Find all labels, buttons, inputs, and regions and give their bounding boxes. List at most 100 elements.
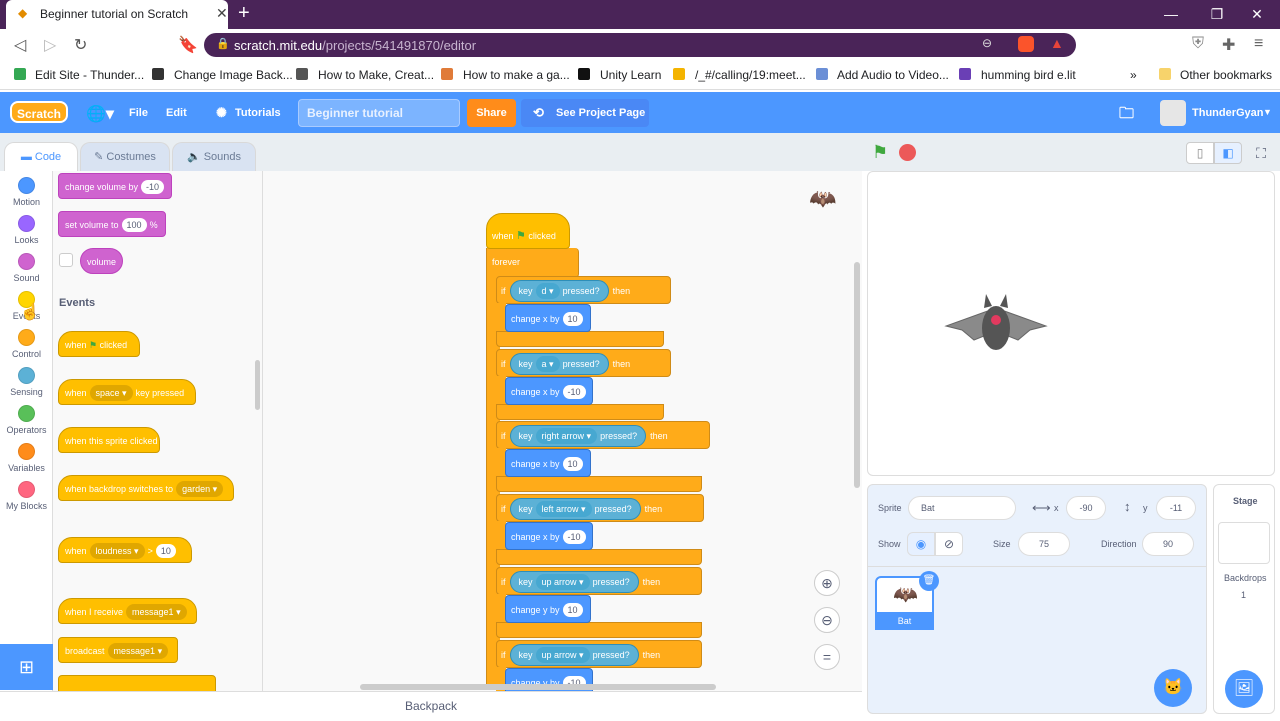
block-when-backdrop-switches[interactable]: when backdrop switches to garden ▾	[58, 475, 234, 501]
motion-block[interactable]: change x by -10	[505, 377, 593, 405]
category-motion[interactable]: Motion	[0, 177, 53, 207]
bookmark-item[interactable]: Change Image Back...	[174, 68, 293, 82]
category-operators[interactable]: Operators	[0, 405, 53, 435]
motion-input[interactable]: 10	[562, 312, 583, 326]
edit-menu[interactable]: Edit	[166, 107, 187, 119]
green-flag-icon[interactable]: ⚑	[872, 142, 888, 163]
palette-scrollbar[interactable]	[255, 360, 260, 410]
back-icon[interactable]: ◁	[14, 35, 26, 55]
share-button[interactable]: Share	[467, 99, 516, 127]
hide-eye-icon[interactable]: ⊘	[935, 532, 963, 556]
backpack[interactable]: Backpack	[0, 691, 862, 720]
key-pressed-sensing[interactable]: key right arrow ▾ pressed?	[509, 425, 647, 447]
if-block[interactable]: if key a ▾ pressed? then	[496, 349, 671, 377]
key-dropdown[interactable]: right arrow ▾	[535, 428, 598, 444]
other-bookmarks[interactable]: Other bookmarks	[1180, 68, 1272, 82]
key-pressed-sensing[interactable]: key up arrow ▾ pressed?	[509, 571, 639, 593]
key-dropdown[interactable]: d ▾	[535, 283, 560, 299]
block-when-i-receive[interactable]: when I receive message1 ▾	[58, 598, 197, 624]
account-caret-icon[interactable]: ▼	[1263, 107, 1272, 117]
menu-icon[interactable]: ≡	[1254, 35, 1263, 53]
small-stage-icon[interactable]: ▯	[1186, 142, 1214, 164]
key-pressed-sensing[interactable]: key d ▾ pressed?	[509, 280, 609, 302]
scratch-logo[interactable]: Scratch	[10, 101, 68, 123]
workspace-v-scrollbar[interactable]	[854, 262, 860, 488]
motion-block[interactable]: change x by 10	[505, 449, 591, 477]
key-dropdown[interactable]: space ▾	[89, 385, 133, 401]
motion-block[interactable]: change x by -10	[505, 522, 593, 550]
stage-canvas[interactable]	[867, 171, 1275, 476]
if-block[interactable]: if key d ▾ pressed? then	[496, 276, 671, 304]
large-stage-icon[interactable]: ◧	[1214, 142, 1242, 164]
tab-code[interactable]: ▬ Code	[4, 142, 78, 172]
key-pressed-sensing[interactable]: key left arrow ▾ pressed?	[509, 498, 641, 520]
tutorials-menu[interactable]: Tutorials	[235, 107, 281, 119]
fullscreen-icon[interactable]: ⛶	[1250, 142, 1272, 164]
motion-input[interactable]: -10	[562, 385, 586, 399]
category-looks[interactable]: Looks	[0, 215, 53, 245]
bookmark-icon[interactable]: 🔖	[178, 35, 198, 55]
if-block[interactable]: if key left arrow ▾ pressed? then	[496, 494, 704, 522]
block-broadcast[interactable]: broadcast message1 ▾	[58, 637, 178, 663]
bookmark-item[interactable]: Unity Learn	[600, 68, 661, 82]
my-stuff-folder-icon[interactable]: 🗀	[1119, 103, 1134, 128]
block-change-volume[interactable]: change volume by -10	[58, 173, 172, 199]
zoom-in-button[interactable]: ⊕	[814, 570, 840, 596]
bat-sprite[interactable]	[944, 290, 1048, 370]
bookmarks-overflow-icon[interactable]: »	[1130, 68, 1137, 82]
size-input[interactable]: 75	[1018, 532, 1070, 556]
see-project-page-button[interactable]: ⟲ See Project Page	[521, 99, 649, 127]
avatar[interactable]	[1160, 100, 1186, 126]
address-bar[interactable]: 🔒 scratch.mit.edu/projects/541491870/edi…	[204, 33, 1076, 57]
bookmark-item[interactable]: How to make a ga...	[463, 68, 570, 82]
volume-checkbox[interactable]	[59, 253, 73, 267]
username[interactable]: ThunderGyan	[1192, 107, 1264, 119]
motion-input[interactable]: -10	[562, 530, 586, 544]
category-sound[interactable]: Sound	[0, 253, 53, 283]
key-dropdown[interactable]: up arrow ▾	[535, 647, 590, 663]
key-pressed-sensing[interactable]: key up arrow ▾ pressed?	[509, 644, 639, 666]
block-broadcast-and-wait[interactable]	[58, 675, 216, 691]
motion-input[interactable]: 10	[562, 603, 583, 617]
workspace-h-scrollbar[interactable]	[360, 684, 716, 690]
bookmark-item[interactable]: Edit Site - Thunder...	[35, 68, 144, 82]
key-dropdown[interactable]: a ▾	[535, 356, 560, 372]
delete-sprite-icon[interactable]: 🗑	[919, 571, 939, 591]
brave-rewards-icon[interactable]: ▲	[1050, 35, 1064, 51]
x-input[interactable]: -90	[1066, 496, 1106, 520]
category-sensing[interactable]: Sensing	[0, 367, 53, 397]
category-control[interactable]: Control	[0, 329, 53, 359]
if-block[interactable]: if key up arrow ▾ pressed? then	[496, 640, 702, 668]
block-when-loudness[interactable]: when loudness ▾ >10	[58, 537, 192, 563]
tab-close-icon[interactable]: ✕	[216, 5, 228, 22]
tab-sounds[interactable]: 🔈 Sounds	[172, 142, 256, 172]
browser-tab[interactable]: ◆ Beginner tutorial on Scratch ✕	[6, 0, 228, 29]
extensions-icon[interactable]: ✚	[1222, 35, 1235, 55]
reporter-volume[interactable]: volume	[80, 248, 123, 274]
bookmark-item[interactable]: humming bird e.lit	[981, 68, 1076, 82]
if-block[interactable]: if key right arrow ▾ pressed? then	[496, 421, 710, 449]
zoom-reset-button[interactable]: =	[814, 644, 840, 670]
bookmark-item[interactable]: How to Make, Creat...	[318, 68, 434, 82]
reload-icon[interactable]: ↻	[74, 35, 87, 55]
project-title-input[interactable]: Beginner tutorial	[298, 99, 460, 127]
motion-input[interactable]: 10	[562, 457, 583, 471]
if-block[interactable]: if key up arrow ▾ pressed? then	[496, 567, 702, 595]
loudness-dropdown[interactable]: loudness ▾	[89, 543, 145, 559]
category-variables[interactable]: Variables	[0, 443, 53, 473]
backdrop-dropdown[interactable]: garden ▾	[176, 481, 224, 497]
show-eye-icon[interactable]: ◉	[907, 532, 935, 556]
zoom-out-button[interactable]: ⊖	[814, 607, 840, 633]
key-pressed-sensing[interactable]: key a ▾ pressed?	[509, 353, 609, 375]
y-input[interactable]: -11	[1156, 496, 1196, 520]
broadcast-dropdown[interactable]: message1 ▾	[107, 643, 169, 659]
language-globe-icon[interactable]: 🌐▾	[86, 104, 114, 124]
backdrop-thumbnail[interactable]	[1218, 522, 1270, 564]
new-tab-icon[interactable]: +	[238, 2, 250, 25]
block-input[interactable]: -10	[141, 180, 165, 194]
key-dropdown[interactable]: up arrow ▾	[535, 574, 590, 590]
bookmark-item[interactable]: Add Audio to Video...	[837, 68, 949, 82]
direction-input[interactable]: 90	[1142, 532, 1194, 556]
stop-icon[interactable]	[899, 144, 916, 161]
motion-block[interactable]: change x by 10	[505, 304, 591, 332]
